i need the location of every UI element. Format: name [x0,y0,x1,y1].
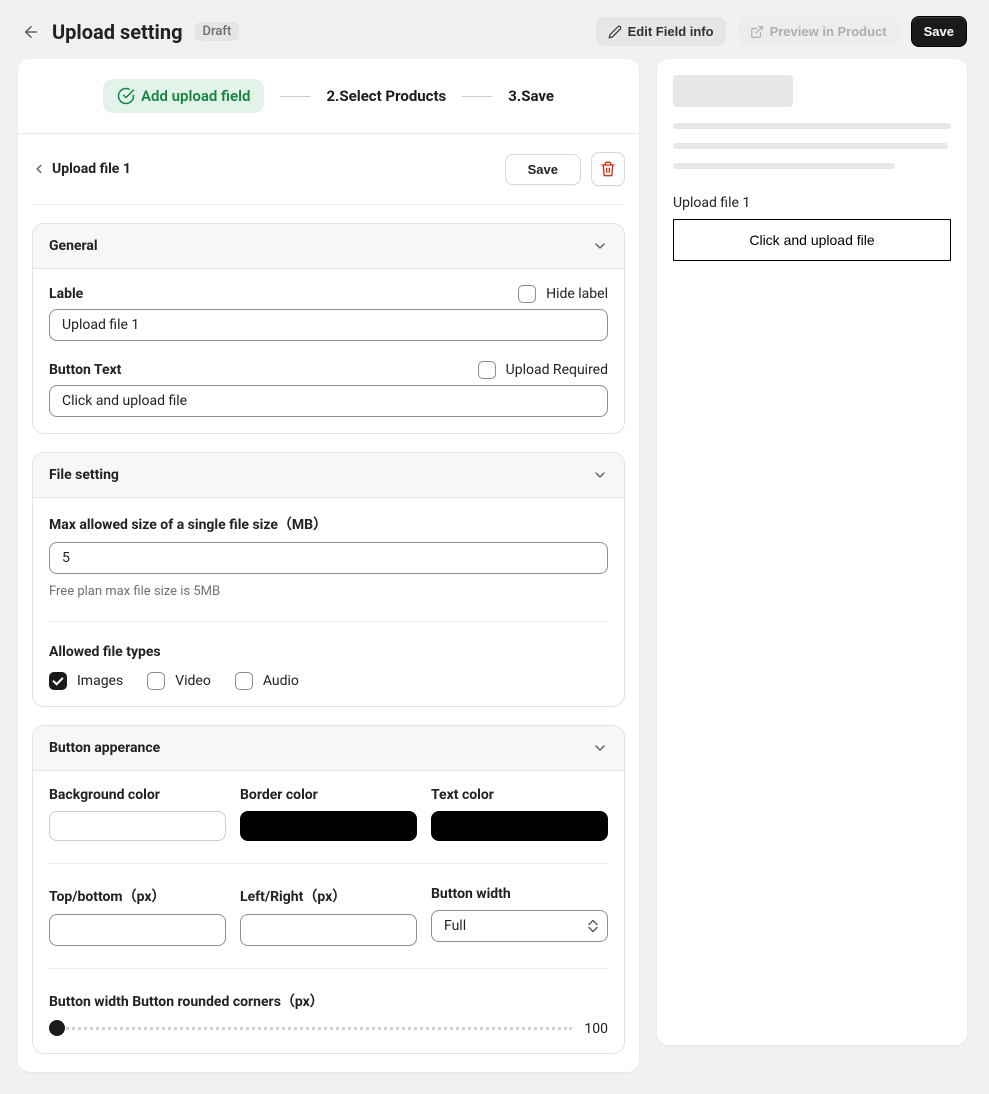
button-width-label: Button width [431,886,608,902]
field-name: Upload file 1 [52,161,131,177]
pencil-icon [608,25,622,39]
checkbox-icon [518,285,536,303]
lr-padding-input[interactable] [240,914,417,946]
filetype-images-label: Images [77,673,123,689]
hide-label-text: Hide label [546,286,608,302]
checkbox-icon [478,361,496,379]
step-active-label: Add upload field [141,87,250,105]
tb-padding-label: Top/bottom（px） [49,886,226,906]
step-add-upload-field[interactable]: Add upload field [103,79,264,113]
max-size-input[interactable] [49,542,608,574]
preview-upload-button[interactable]: Click and upload file [673,219,951,261]
trash-icon [600,161,616,177]
rounded-corners-label: Button width Button rounded corners（px） [49,991,608,1011]
border-color-label: Border color [240,787,417,803]
checkbox-checked-icon [49,672,67,690]
bg-color-swatch[interactable] [49,811,226,841]
external-link-icon [750,25,764,39]
step-divider [280,96,310,97]
chevron-left-icon[interactable] [32,162,46,176]
stepper: Add upload field 2.Select Products 3.Sav… [18,59,639,134]
skeleton-line [673,163,895,169]
save-button[interactable]: Save [911,16,967,47]
tb-padding-input[interactable] [49,914,226,946]
text-color-swatch[interactable] [431,811,608,841]
filetype-audio-checkbox[interactable]: Audio [235,672,299,690]
general-title: General [49,238,98,254]
back-arrow-icon[interactable] [22,23,40,41]
border-color-swatch[interactable] [240,811,417,841]
appearance-card: Button apperance Background color Border… [32,725,625,1054]
file-setting-card-header[interactable]: File setting [33,453,624,498]
select-caret-icon [588,920,598,933]
preview-in-product-label: Preview in Product [770,24,887,39]
delete-field-button[interactable] [591,152,625,186]
step-divider [462,96,492,97]
skeleton-line [673,143,948,149]
lr-padding-label: Left/Right（px） [240,886,417,906]
field-save-button[interactable]: Save [505,154,581,185]
field-header: Upload file 1 Save [32,134,625,205]
edit-field-info-button[interactable]: Edit Field info [596,17,726,46]
appearance-card-header[interactable]: Button apperance [33,726,624,771]
general-card: General Lable Hide label Button Text [32,223,625,434]
filetype-video-label: Video [175,673,211,689]
button-text-heading: Button Text [49,362,121,378]
page-title: Upload setting [52,20,183,44]
label-heading: Lable [49,286,83,302]
skeleton-title [673,75,793,107]
checkbox-icon [235,672,253,690]
preview-field-label: Upload file 1 [673,195,951,211]
check-circle-icon [117,87,135,105]
file-setting-card: File setting Max allowed size of a singl… [32,452,625,707]
filetype-video-checkbox[interactable]: Video [147,672,211,690]
general-card-header[interactable]: General [33,224,624,269]
file-setting-title: File setting [49,467,119,483]
filetype-images-checkbox[interactable]: Images [49,672,123,690]
text-color-label: Text color [431,787,608,803]
preview-panel: Upload file 1 Click and upload file [657,59,967,1045]
button-width-select[interactable] [431,910,608,942]
step-select-products[interactable]: 2.Select Products [326,87,446,105]
rounded-max-value: 100 [584,1021,608,1037]
appearance-title: Button apperance [49,740,160,756]
upload-required-text: Upload Required [506,362,608,378]
preview-in-product-button: Preview in Product [738,17,899,46]
max-size-help: Free plan max file size is 5MB [49,584,608,599]
label-input[interactable] [49,309,608,341]
max-size-label: Max allowed size of a single file size（M… [49,514,608,534]
chevron-down-icon [592,740,608,756]
button-text-input[interactable] [49,385,608,417]
chevron-down-icon [592,238,608,254]
bg-color-label: Background color [49,787,226,803]
rounded-corners-slider[interactable] [49,1027,572,1031]
slider-thumb[interactable] [49,1020,65,1036]
filetype-audio-label: Audio [263,673,299,689]
allowed-types-label: Allowed file types [49,644,608,660]
main-panel: Add upload field 2.Select Products 3.Sav… [18,59,639,1072]
hide-label-checkbox[interactable]: Hide label [518,285,608,303]
upload-required-checkbox[interactable]: Upload Required [478,361,608,379]
checkbox-icon [147,672,165,690]
step-save[interactable]: 3.Save [508,87,554,105]
status-badge: Draft [195,22,240,41]
edit-field-info-label: Edit Field info [628,24,714,39]
chevron-down-icon [592,467,608,483]
skeleton-line [673,123,951,129]
